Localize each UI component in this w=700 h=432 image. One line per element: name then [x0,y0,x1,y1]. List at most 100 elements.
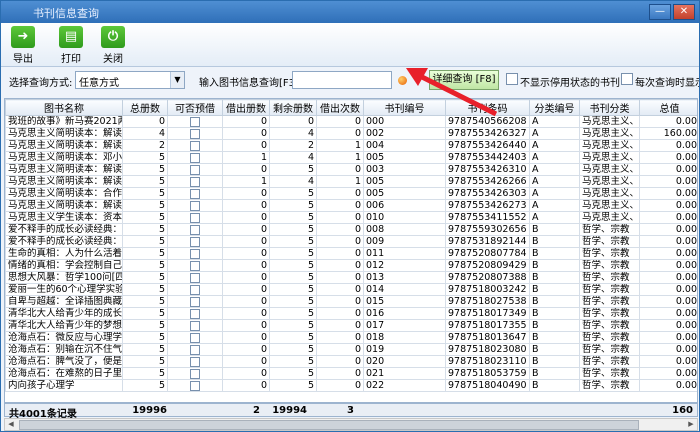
table-row[interactable]: 生命的真相：人为什么活着[四色50500119787520807784B哲学、宗… [5,247,697,260]
cell-remain: 5 [269,331,317,344]
cell-value: 0.00 [639,307,697,320]
cell-times: 0 [316,271,364,284]
horizontal-scrollbar[interactable]: ◀ ▶ [4,418,698,431]
chevron-down-icon[interactable]: ▼ [170,72,184,88]
cell-catname: 马克思主义、列 [579,163,640,176]
hide-disabled-label: 不显示停用状态的书刊 [520,78,620,89]
detail-query-button[interactable]: 详细查询 [F8] [429,70,499,90]
table-row[interactable]: 马克思主义简明读本：邓小平同51410059787553442403A马克思主义… [5,151,697,164]
prebook-checkbox[interactable] [190,356,200,367]
cell-id: 010 [363,211,446,224]
column-header[interactable]: 总册数 [122,99,168,116]
close-window-button[interactable]: ✕ [673,4,695,20]
prebook-checkbox[interactable] [190,272,200,283]
table-row[interactable]: 爱不释手的成长必读经典：庄子50500089787559302656B哲学、宗教… [5,223,697,236]
prebook-checkbox[interactable] [190,284,200,295]
table-row[interactable]: 爱丽一生的60个心理学实验 5 0 5 0 014 9787518003242 B 哲学、宗教 0… [5,283,697,296]
table-row[interactable]: 我班的故事》新马赛2021两课教材00000009787540566208A马克… [5,115,697,128]
prebook-checkbox[interactable] [190,380,200,391]
prebook-checkbox[interactable] [190,308,200,319]
scroll-right-icon[interactable]: ▶ [685,419,697,430]
table-row[interactable]: 马克思主义简明读本：解读《国40400029787553426327A马克思主义… [5,127,697,140]
column-header[interactable]: 书刊条码 [445,99,530,116]
prebook-checkbox[interactable] [190,128,200,139]
table-row[interactable]: 沧海点石：脾气没了，便是精彩50500209787518023110B哲学、宗教… [5,355,697,368]
cell-times: 0 [316,331,364,344]
data-grid[interactable]: 图书名称 总册数 可否预借 借出册数 剩余册数 借出次数 书刊编号 书刊条码 分类编号 书刊分类总… [4,98,698,403]
prebook-checkbox[interactable] [190,224,200,235]
prebook-checkbox[interactable] [190,344,200,355]
table-row[interactable]: 沧海点石：别输在沉不住气上 5 0 5 0 019 9787518023080 B 哲学、宗教 0… [5,343,697,356]
each-query-checkbox[interactable] [621,73,633,85]
table-row[interactable]: 清华北大人给青少年的成长课 5 0 5 0 016 9787518017349 B 哲学、宗教 0… [5,307,697,320]
prebook-cell [167,307,223,320]
table-row[interactable]: 马克思主义简明读本：解读《国51410059787553426266A马克思主义… [5,175,697,188]
column-header[interactable]: 书刊分类 [579,99,640,116]
column-header[interactable]: 书刊编号 [363,99,446,116]
table-row[interactable]: 爱不释手的成长必读经典：孝经50500099787531892144B哲学、宗教… [5,235,697,248]
prebook-checkbox[interactable] [190,152,200,163]
prebook-cell [167,127,223,140]
prebook-cell [167,343,223,356]
cell-total: 5 [122,247,168,260]
scroll-left-icon[interactable]: ◀ [5,419,17,430]
prebook-checkbox[interactable] [190,140,200,151]
prebook-checkbox[interactable] [190,320,200,331]
cell-remain: 5 [269,271,317,284]
prebook-checkbox[interactable] [190,296,200,307]
table-row[interactable]: 马克思主义简明读本：解读《共50500039787553426310A马克思主义… [5,163,697,176]
minimize-button[interactable]: — [649,4,671,20]
column-header[interactable]: 借出次数 [316,99,364,116]
table-row[interactable]: 马克思主义简明读本：解读《马20210049787553426440A马克思主义… [5,139,697,152]
summary-footer: 共4001条记录 19996 2 19994 3 160 [4,403,698,420]
table-row[interactable]: 沧海点石：在难熬的日子里活出50500219787518053759B哲学、宗教… [5,367,697,380]
cell-catname: 哲学、宗教 [579,295,640,308]
cell-cat: B [529,319,580,332]
prebook-checkbox[interactable] [190,176,200,187]
prebook-checkbox[interactable] [190,368,200,379]
cell-lent: 1 [222,175,270,188]
table-row[interactable]: 沧海点石：微反应与心理学 5 0 5 0 018 9787518013647 B 哲学、宗教 0.… [5,331,697,344]
column-header[interactable]: 图书名称 [5,99,123,116]
cell-lent: 0 [222,283,270,296]
cell-cat: B [529,295,580,308]
export-label: 导出 [13,54,33,65]
column-header[interactable]: 剩余册数 [269,99,317,116]
print-button[interactable]: ▤ 打印 [53,26,89,65]
prebook-checkbox[interactable] [190,332,200,343]
column-header[interactable]: 总值 [639,99,697,116]
column-header[interactable]: 可否预借 [167,99,223,116]
cell-value: 0.00 [639,283,697,296]
table-row[interactable]: 马克思主义学生读本：资本的秘50500109787553411552A马克思主义… [5,211,697,224]
table-row[interactable]: 马克思主义简明读本：合作社的50500059787553426303A马克思主义… [5,187,697,200]
prebook-checkbox[interactable] [190,236,200,247]
search-icon[interactable] [398,76,407,85]
cell-times: 0 [316,307,364,320]
prebook-checkbox[interactable] [190,188,200,199]
query-mode-select[interactable]: 任意方式 ▼ [75,71,185,89]
scroll-thumb[interactable] [19,420,639,430]
table-row[interactable]: 内向孩子心理学 5 0 5 0 022 9787518040490 B 哲学、宗教 0.00 [5,379,697,392]
prebook-checkbox[interactable] [190,248,200,259]
table-row[interactable]: 清华北大人给青少年的梦想课 5 0 5 0 017 9787518017355 B 哲学、宗教 0… [5,319,697,332]
cell-total: 5 [122,199,168,212]
prebook-checkbox[interactable] [190,164,200,175]
prebook-checkbox[interactable] [190,260,200,271]
hide-disabled-checkbox[interactable] [506,73,518,85]
prebook-cell [167,259,223,272]
close-button[interactable]: ⏻ 关闭 [95,26,131,65]
export-button[interactable]: ➜ 导出 [5,26,41,65]
prebook-checkbox[interactable] [190,200,200,211]
table-row[interactable]: 情绪的真相：学会控制自己的情绪50500129787520809429B哲学、宗… [5,259,697,272]
prebook-checkbox[interactable] [190,212,200,223]
cell-lent: 0 [222,223,270,236]
table-row[interactable]: 自卑与超越：全译插图典藏版 5 0 5 0 015 9787518027538 B 哲学、宗教 0… [5,295,697,308]
column-header[interactable]: 分类编号 [529,99,580,116]
cell-total: 5 [122,307,168,320]
prebook-checkbox[interactable] [190,116,200,127]
cell-times: 0 [316,223,364,236]
column-header[interactable]: 借出册数 [222,99,270,116]
table-row[interactable]: 思想大风暴：哲学100问[四色]50500139787520807388B哲学、… [5,271,697,284]
search-input[interactable] [292,71,392,89]
table-row[interactable]: 马克思主义简明读本：解读《工50500069787553426273A马克思主义… [5,199,697,212]
